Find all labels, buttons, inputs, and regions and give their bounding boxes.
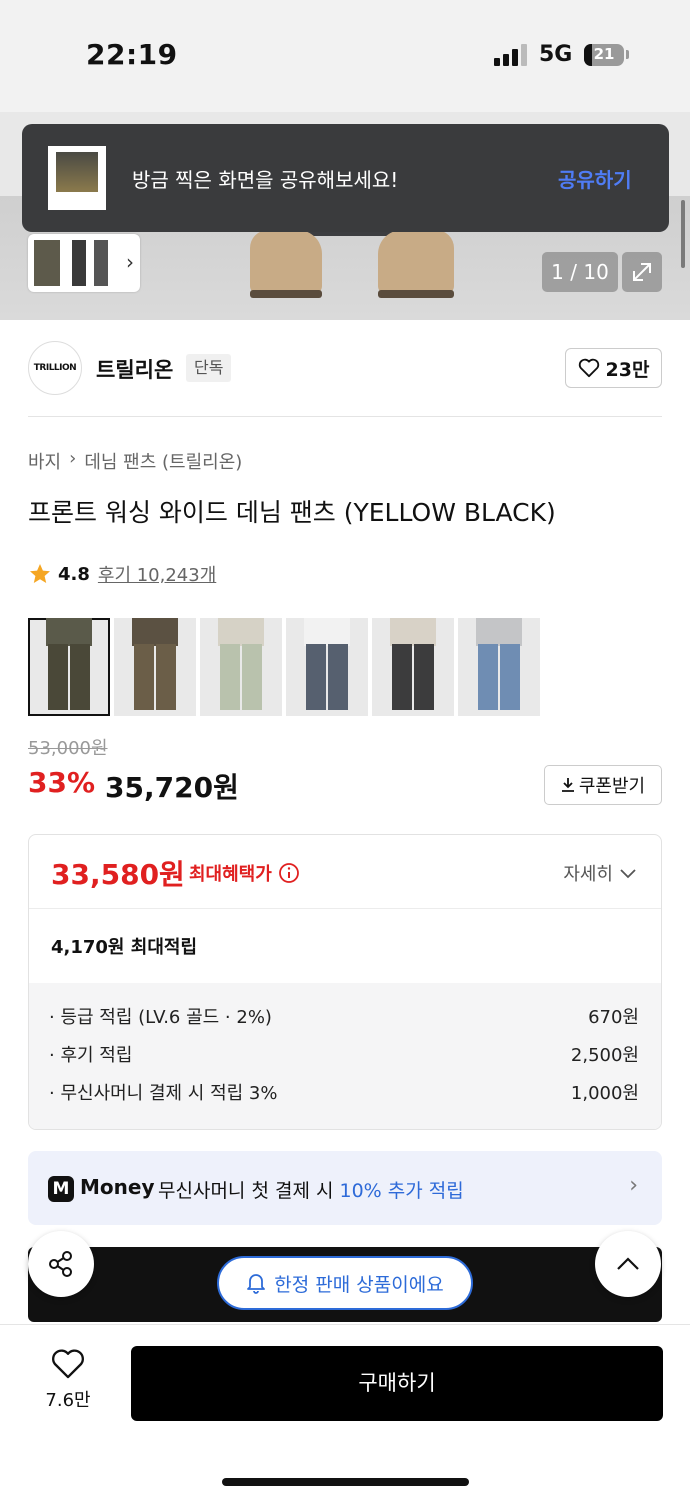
money-desc: 무신사머니 첫 결제 시 [158,1180,340,1202]
color-swatch-black-wash[interactable] [372,618,454,716]
heart-icon [578,358,599,378]
thumbnail-image [72,240,86,286]
limited-sale-badge: 한정 판매 상품이에요 [217,1256,473,1310]
benefit-header: 33,580원 최대혜택가 자세히 [29,835,661,909]
status-bar: 22:19 5G 21 [0,0,690,112]
screenshot-thumbnail[interactable] [48,146,106,210]
max-benefit-label: 최대혜택가 [189,864,272,885]
points-breakdown: · 등급 적립 (LV.6 골드 · 2%) 670원 · 후기 적립 2,500원 ·… [29,983,661,1129]
info-icon[interactable] [278,862,300,884]
battery-icon: 21 [584,44,624,66]
share-fab[interactable] [28,1231,94,1297]
breadcrumb: 바지 › 데님 팬츠 (트릴리온) [28,448,242,474]
gallery-counter: 1 / 10 [542,252,618,292]
money-brand: Money [80,1175,155,1199]
money-highlight: 10% 추가 적립 [339,1180,464,1202]
download-icon [561,778,574,792]
chevron-down-icon [620,869,636,879]
divider [28,416,662,417]
original-price: 53,000원 [28,738,108,759]
gallery-shoe-right [378,230,454,294]
chevron-right-icon: › [126,250,134,274]
buy-button[interactable]: 구매하기 [131,1346,663,1421]
rating-row: 4.8 후기 10,243개 [28,561,216,587]
points-item: · 등급 적립 (LV.6 골드 · 2%) 670원 [49,1003,639,1029]
price-row: 33% 35,720원 [28,766,239,806]
bell-icon [247,1274,266,1294]
chevron-up-icon [617,1257,639,1270]
coupon-label: 쿠폰받기 [578,776,646,797]
points-item-label: · 후기 적립 [49,1045,133,1066]
network-label: 5G [539,42,573,67]
rating-score: 4.8 [58,563,90,585]
color-swatch-brown-wash[interactable] [114,618,196,716]
points-item-value: 1,000원 [570,1083,639,1104]
points-item-label: · 등급 적립 (LV.6 골드 · 2%) [49,1007,272,1028]
gallery-sole-left [250,290,322,298]
points-item: · 후기 적립 2,500원 [49,1041,639,1067]
color-swatch-mid-blue[interactable] [286,618,368,716]
money-logo: M [48,1176,74,1202]
signal-icon [494,44,528,66]
gallery-sole-right [378,290,454,298]
heart-icon [52,1349,84,1379]
limited-sale-text: 한정 판매 상품이에요 [274,1273,444,1296]
detail-label: 자세히 [563,864,613,885]
breadcrumb-separator-icon: › [69,448,77,469]
money-text: 무신사머니 첫 결제 시 10% 추가 적립 [158,1176,464,1203]
review-link[interactable]: 후기 10,243개 [98,561,216,587]
thumbnail-image [94,240,108,286]
status-time: 22:19 [86,38,178,71]
brand-name[interactable]: 트릴리온 [96,354,173,384]
breadcrumb-subcategory[interactable]: 데님 팬츠 (트릴리온) [84,448,242,474]
brand-like-count: 23만 [605,358,650,381]
home-indicator[interactable] [222,1478,469,1486]
brand-logo[interactable]: TRILLION [28,341,82,395]
battery-tip [626,50,629,59]
thumbnail-image [34,240,60,286]
money-banner[interactable]: M Money 무신사머니 첫 결제 시 10% 추가 적립 › [28,1151,662,1225]
battery-level: 21 [593,45,615,63]
wishlist-button[interactable]: 7.6만 [28,1348,108,1412]
product-title: 프론트 워싱 와이드 데님 팬츠 (YELLOW BLACK) [28,498,556,527]
star-icon [30,564,50,583]
points-total: 4,170원 최대적립 [51,937,198,958]
sale-price: 35,720원 [105,771,239,804]
gallery-shoe-left [250,230,322,294]
max-benefit-price: 33,580원 [51,858,185,891]
color-swatch-yellow-black[interactable] [28,618,110,716]
breadcrumb-category[interactable]: 바지 [28,448,61,474]
gallery-thumbnail-strip[interactable]: › [28,234,140,292]
color-swatch-light-blue[interactable] [458,618,540,716]
points-item: · 무신사머니 결제 시 적립 3% 1,000원 [49,1079,639,1105]
discount-rate: 33% [28,766,96,799]
brand-like-button[interactable]: 23만 [565,348,662,388]
color-swatch-light-green-wash[interactable] [200,618,282,716]
chevron-right-icon: › [629,1173,638,1198]
scrollbar [681,200,685,268]
points-item-value: 670원 [588,1007,639,1028]
wishlist-count: 7.6만 [45,1390,91,1411]
points-item-label: · 무신사머니 결제 시 적립 3% [49,1083,278,1104]
color-options [28,618,540,716]
scroll-top-fab[interactable] [595,1231,661,1297]
points-item-value: 2,500원 [570,1045,639,1066]
exclusive-badge: 단독 [186,354,232,382]
share-button[interactable]: 공유하기 [558,164,632,193]
toast-message: 방금 찍은 화면을 공유해보세요! [132,168,399,192]
share-toast: 방금 찍은 화면을 공유해보세요! 공유하기 [22,124,669,232]
benefit-panel: 33,580원 최대혜택가 자세히 4,170원 최대적립 · 등급 적립 (L… [28,834,662,1130]
share-icon [49,1251,72,1277]
expand-icon[interactable] [622,252,662,292]
benefit-detail-toggle[interactable]: 자세히 [563,860,637,886]
coupon-button[interactable]: 쿠폰받기 [544,765,662,805]
max-benefit-label-row: 최대혜택가 [189,860,300,886]
